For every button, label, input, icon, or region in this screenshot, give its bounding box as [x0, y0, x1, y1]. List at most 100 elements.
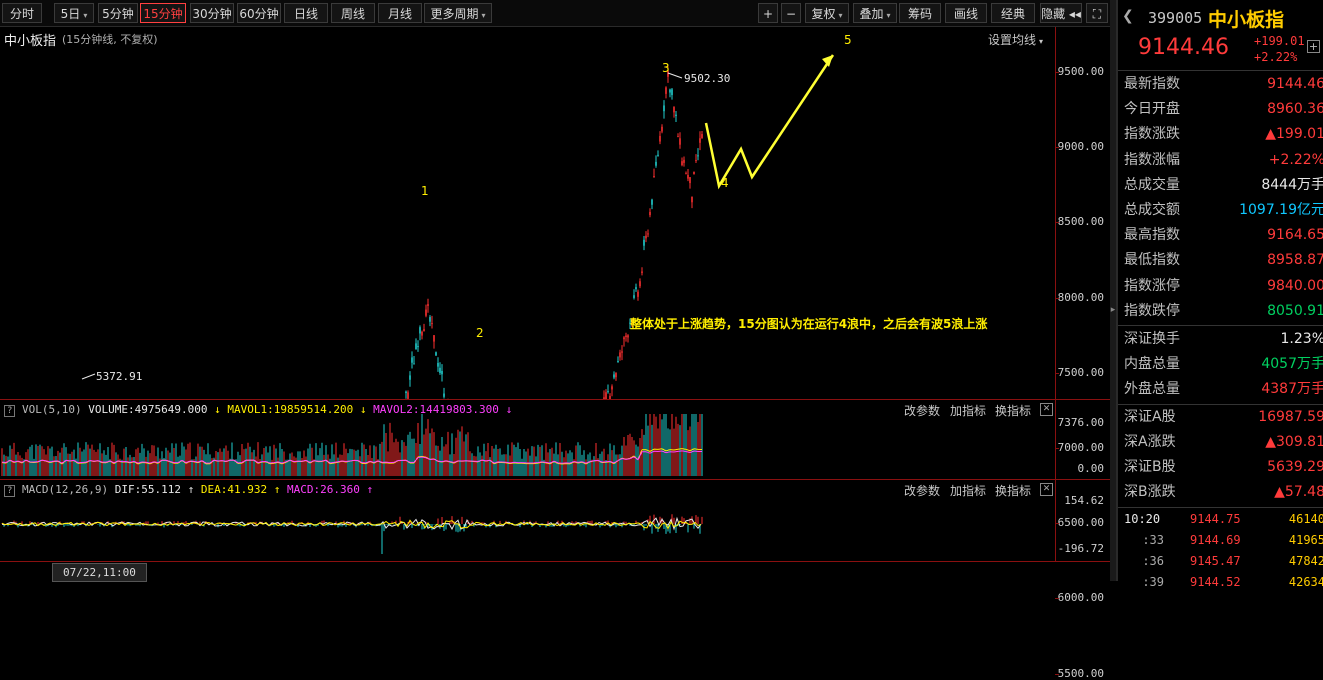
candle-body — [411, 357, 413, 363]
wave-label: 5 — [844, 33, 852, 47]
quote-row: 内盘总量 4057万手 — [1124, 352, 1323, 377]
add-watchlist-icon[interactable]: + — [1307, 40, 1320, 53]
quote-row: 总成交额 1097.19亿元 — [1124, 198, 1323, 223]
candle-body — [663, 105, 665, 112]
toolbar-right-button-0[interactable]: + — [758, 3, 778, 23]
quote-row-label: 总成交额 — [1124, 202, 1180, 218]
quote-row-label: 总成交量 — [1124, 176, 1180, 193]
back-arrow-icon[interactable]: ❮ — [1122, 8, 1134, 24]
period-button-0[interactable]: 分时 — [2, 3, 42, 23]
candle-body — [673, 107, 675, 113]
divider — [1118, 325, 1323, 326]
price-tick-label: 9500.00 — [1057, 65, 1104, 78]
quote-row: 总成交量 8444万手 — [1124, 173, 1323, 198]
main-chart-panel[interactable]: 中小板指 (15分钟线, 不复权) 设置均线 ▾ 1 2 3 4 5 9502.30 5372… — [0, 27, 1110, 680]
period-button-label: 60分钟 — [239, 7, 279, 21]
candle-body — [645, 235, 647, 239]
quote-row: 指数涨幅 +2.22% — [1124, 148, 1323, 173]
period-button-3[interactable]: 15分钟 — [140, 3, 186, 23]
period-button-4[interactable]: 30分钟 — [190, 3, 234, 23]
price-change: +199.01 — [1254, 34, 1305, 48]
candle-body — [689, 177, 691, 184]
period-button-2[interactable]: 5分钟 — [98, 3, 138, 23]
macd-axis-min: -196.72 — [1057, 542, 1104, 555]
toolbar-right-button-6[interactable]: 经典 — [991, 3, 1035, 23]
candle-body — [405, 391, 407, 394]
tick-time: :33 — [1142, 533, 1164, 548]
quote-row-label: 今日开盘 — [1124, 101, 1180, 118]
quote-row-label: 指数涨跌 — [1124, 126, 1180, 143]
tick-row: 10:20 9144.75 46140 — [1124, 509, 1323, 530]
toolbar-right-button-7[interactable]: 隐藏 ◂◂ — [1040, 3, 1082, 23]
price-change-pct: +2.22% — [1254, 50, 1298, 64]
toolbar-right-button-3[interactable]: 叠加 ▾ — [853, 3, 897, 23]
candle-body — [409, 375, 411, 380]
period-button-6[interactable]: 日线 — [284, 3, 328, 23]
price-tick-label: 8000.00 — [1057, 290, 1104, 304]
toolbar-right-button-4[interactable]: 筹码 — [899, 3, 941, 23]
period-button-1[interactable]: 5日 ▾ — [54, 3, 94, 23]
tick-price: 9144.75 — [1190, 512, 1241, 527]
volume-panel[interactable]: ? VOL(5,10) VOLUME:4975649.000 ↓ MAVOL1:… — [0, 399, 1110, 480]
high-value-label: 9502.30 — [684, 72, 730, 85]
tick-row: :39 9144.52 42634 — [1124, 572, 1323, 593]
quote-row: 最新指数 9144.46 — [1124, 72, 1323, 97]
tick-time: :36 — [1142, 554, 1164, 569]
quote-row: 指数涨跌 ▲199.01 — [1124, 122, 1323, 147]
candle-body — [443, 393, 445, 397]
period-toolbar: 分时 5日 ▾ 5分钟 15分钟 30分钟 60分钟 日线 周线 月线 更多周期 ▾ + − 复权 ▾ 叠加 ▾ 筹… — [0, 0, 1110, 27]
period-button-8[interactable]: 月线 — [378, 3, 422, 23]
vol-axis-max: 7376.00 — [1057, 416, 1104, 429]
quote-row: 指数跌停 8050.91 — [1124, 299, 1323, 324]
tick-time: :39 — [1142, 575, 1164, 590]
candle-body — [697, 155, 699, 157]
quote-row: 今日开盘 8960.36 — [1124, 97, 1323, 122]
candle-body — [619, 352, 621, 358]
candlestick-chart[interactable]: 123459502.305372.91整体处于上涨趋势，15分图认为在运行4浪中… — [0, 27, 1110, 399]
quote-panel: ❮ 399005 中小板指 9144.46 +199.01 +2.22% + 最… — [1116, 0, 1323, 589]
candle-body — [423, 329, 425, 332]
quote-row-value: 8444万手 — [1261, 176, 1323, 193]
toolbar-button-label: 复权 — [811, 7, 836, 21]
divider — [1118, 70, 1323, 71]
candle-body — [653, 176, 655, 178]
quote-row-label: 指数涨幅 — [1124, 151, 1180, 168]
time-axis: 07/22,11:00 — [0, 561, 1110, 582]
candle-body — [701, 134, 703, 139]
toolbar-button-label: 经典 — [1000, 7, 1025, 21]
period-button-9[interactable]: 更多周期 ▾ — [424, 3, 492, 23]
quote-row-label: 深B涨跌 — [1124, 484, 1176, 501]
toolbar-right-button-8[interactable]: ⛶ — [1086, 3, 1108, 23]
candle-body — [659, 135, 661, 142]
period-button-5[interactable]: 60分钟 — [237, 3, 281, 23]
arrow-head-icon — [822, 55, 833, 67]
candle-body — [429, 317, 431, 322]
period-button-label: 日线 — [293, 7, 318, 21]
toolbar-right-button-5[interactable]: 画线 — [945, 3, 987, 23]
toolbar-button-label: 叠加 — [859, 7, 884, 21]
toolbar-right-button-1[interactable]: − — [781, 3, 801, 23]
period-button-7[interactable]: 周线 — [331, 3, 375, 23]
quote-row-value: 9164.65 — [1267, 227, 1323, 244]
price-tick-label: 7500.00 — [1057, 365, 1104, 379]
quote-row-value: ▲309.81 — [1265, 433, 1323, 450]
quote-row-label: 最低指数 — [1124, 252, 1180, 269]
quote-row-label: 深证A股 — [1124, 408, 1176, 425]
candle-body — [615, 373, 617, 378]
price-axis-tick — [1055, 222, 1059, 224]
candle-body — [427, 304, 429, 306]
candle-body — [687, 174, 689, 179]
quote-row-value: 9840.00 — [1267, 277, 1323, 294]
candle-body — [691, 196, 693, 203]
candle-body — [605, 392, 607, 399]
period-button-label: 分时 — [9, 7, 34, 21]
macd-panel[interactable]: ? MACD(12,26,9) DIF:55.112 ↑ DEA:41.932 … — [0, 479, 1110, 562]
toolbar-right-button-2[interactable]: 复权 ▾ — [805, 3, 849, 23]
candle-body — [679, 138, 681, 145]
dropdown-arrow-icon: ▾ — [481, 11, 486, 20]
price-axis-tick — [1055, 673, 1059, 675]
quote-row: 深证A股 16987.59 — [1124, 405, 1323, 430]
quote-row-label: 深证换手 — [1124, 331, 1180, 347]
quote-row-value: 5639.29 — [1267, 459, 1323, 475]
dropdown-arrow-icon: ▾ — [838, 11, 843, 20]
